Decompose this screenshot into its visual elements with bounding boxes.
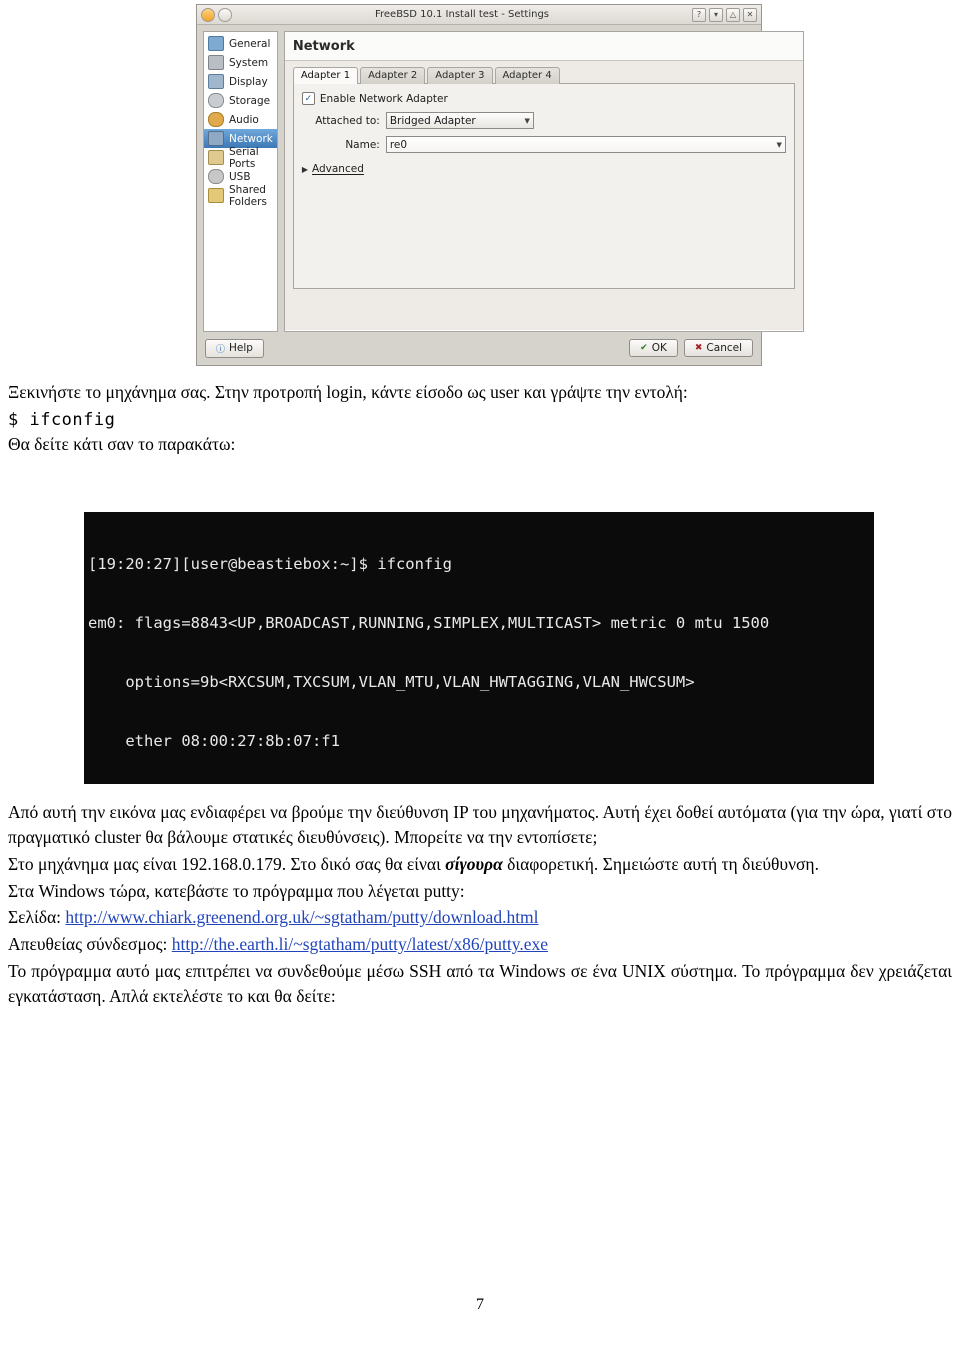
adapter-1-panel: ✓ Enable Network Adapter Attached to: Br…: [292, 83, 795, 289]
cancel-button[interactable]: ✖ Cancel: [683, 339, 753, 357]
settings-category-list[interactable]: General System Display Storage Audio Net…: [203, 31, 278, 332]
settings-detail-pane: Network Adapter 1 Adapter 2 Adapter 3 Ad…: [283, 31, 804, 332]
attached-to-row: Attached to: Bridged Adapter ▼: [302, 112, 786, 129]
window-menu-icon[interactable]: [201, 7, 215, 22]
terminal-line: options=9b<RXCSUM,TXCSUM,VLAN_MTU,VLAN_H…: [88, 672, 695, 691]
audio-icon: [208, 112, 224, 127]
terminal-line: ether 08:00:27:8b:07:f1: [88, 731, 340, 750]
sidebar-item-label: Shared Folders: [229, 183, 267, 208]
sidebar-item-storage[interactable]: Storage: [204, 91, 277, 110]
sidebar-item-audio[interactable]: Audio: [204, 110, 277, 129]
shared-folders-icon: [208, 188, 224, 203]
tab-adapter-3[interactable]: Adapter 3: [427, 67, 493, 84]
sidebar-item-label: System: [229, 56, 269, 69]
chevron-down-icon: ▼: [776, 140, 782, 149]
network-icon: [208, 131, 224, 146]
titlebar-left-buttons: [201, 7, 232, 22]
sidebar-item-shared-folders[interactable]: Shared Folders: [204, 183, 277, 208]
sidebar-item-system[interactable]: System: [204, 53, 277, 72]
sidebar-item-label: Serial Ports: [229, 145, 259, 170]
dialog-footer: ⓘ Help ✔ OK ✖ Cancel: [197, 332, 761, 364]
general-icon: [208, 36, 224, 51]
chevron-down-icon: ▼: [524, 116, 530, 125]
serial-ports-icon: [208, 150, 224, 165]
sidebar-item-display[interactable]: Display: [204, 72, 277, 91]
paragraph-3: Από αυτή την εικόνα μας ενδιαφέρει να βρ…: [8, 802, 952, 847]
document-upper-text: Ξεκινήστε το μηχάνημα σας. Στην προτροπή…: [0, 380, 960, 784]
shell-command: $ ifconfig: [8, 409, 116, 430]
sidebar-item-label: Network: [229, 132, 273, 145]
maximize-icon[interactable]: △: [726, 7, 740, 22]
sidebar-item-label: USB: [229, 170, 251, 183]
help-icon: ⓘ: [216, 344, 226, 355]
document-lower-text: Από αυτή την εικόνα μας ενδιαφέρει να βρ…: [0, 800, 960, 1011]
footer-action-buttons: ✔ OK ✖ Cancel: [629, 339, 753, 357]
close-icon: ✖: [694, 343, 703, 353]
paragraph-2: Θα δείτε κάτι σαν το παρακάτω:: [8, 433, 236, 454]
enable-network-adapter-label: Enable Network Adapter: [319, 92, 448, 105]
sidebar-item-label: Storage: [229, 94, 271, 107]
close-icon[interactable]: ✕: [743, 7, 757, 22]
adapter-name-select[interactable]: re0 ▼: [385, 136, 786, 153]
help-icon[interactable]: ?: [692, 7, 706, 22]
attached-to-value: Bridged Adapter: [389, 114, 476, 127]
sidebar-item-label: Audio: [229, 113, 259, 126]
paragraph-4-emphasis: σίγουρα: [445, 853, 503, 874]
ok-button-label: OK: [651, 342, 667, 354]
sidebar-item-label: Display: [229, 75, 268, 88]
sidebar-item-label: General: [229, 37, 271, 50]
terminal-line: em0: flags=8843<UP,BROADCAST,RUNNING,SIM…: [88, 613, 770, 632]
adapter-name-row: Name: re0 ▼: [302, 136, 786, 153]
storage-icon: [208, 93, 224, 108]
titlebar-right-buttons: ? ▾ △ ✕: [692, 7, 757, 22]
paragraph-4-part-c: διαφορετική. Σημειώστε αυτή τη διεύθυνση…: [502, 853, 819, 874]
window-shade-icon[interactable]: [218, 7, 232, 22]
sidebar-item-general[interactable]: General: [204, 34, 277, 53]
triangle-right-icon: ▶: [301, 164, 308, 174]
sidebar-item-serial-ports[interactable]: Serial Ports: [204, 145, 277, 170]
paragraph-7: Απευθείας σύνδεσμος: http://the.earth.li…: [0, 932, 960, 957]
display-icon: [208, 74, 224, 89]
terminal-line: [19:20:27][user@beastiebox:~]$ ifconfig: [88, 555, 452, 574]
page-link-label: Σελίδα:: [8, 907, 66, 928]
check-icon: ✔: [640, 343, 648, 353]
putty-download-link[interactable]: http://www.chiark.greenend.org.uk/~sgtat…: [65, 907, 538, 927]
checkbox-icon[interactable]: ✓: [301, 92, 315, 105]
paragraph-4: Στο μηχάνημα μας είναι 192.168.0.179. Στ…: [0, 852, 960, 877]
tab-adapter-1[interactable]: Adapter 1: [292, 67, 359, 84]
paragraph-5: Στα Windows τώρα, κατεβάστε το πρόγραμμα…: [8, 880, 465, 901]
tab-adapter-4[interactable]: Adapter 4: [494, 67, 560, 84]
page-title: Network: [284, 32, 803, 61]
system-icon: [208, 55, 224, 70]
paragraph-4-part-a: Στο μηχάνημα μας είναι 192.168.0.179. Στ…: [8, 853, 446, 874]
help-button-label: Help: [229, 342, 253, 354]
putty-direct-link[interactable]: http://the.earth.li/~sgtatham/putty/late…: [172, 934, 548, 954]
advanced-label: Advanced: [312, 163, 364, 175]
window-titlebar: FreeBSD 10.1 Install test - Settings ? ▾…: [197, 5, 761, 25]
terminal-screenshot: [19:20:27][user@beastiebox:~]$ ifconfig …: [84, 512, 874, 784]
virtualbox-settings-window: FreeBSD 10.1 Install test - Settings ? ▾…: [196, 4, 804, 366]
ok-button[interactable]: ✔ OK: [629, 339, 678, 357]
advanced-disclosure[interactable]: ▶ Advanced: [302, 163, 786, 175]
paragraph-1: Ξεκινήστε το μηχάνημα σας. Στην προτροπή…: [8, 382, 688, 402]
help-button[interactable]: ⓘ Help: [205, 338, 264, 358]
window-title: FreeBSD 10.1 Install test - Settings: [374, 9, 550, 20]
paragraph-8: Το πρόγραμμα αυτό μας επιτρέπει να συνδε…: [8, 961, 952, 1006]
network-settings-content: Adapter 1 Adapter 2 Adapter 3 Adapter 4 …: [284, 61, 803, 330]
adapter-name-label: Name:: [345, 138, 380, 151]
paragraph-6: Σελίδα: http://www.chiark.greenend.org.u…: [0, 905, 960, 930]
attached-to-label: Attached to:: [315, 114, 380, 127]
page-number: 7: [476, 1296, 484, 1313]
adapter-tabs[interactable]: Adapter 1 Adapter 2 Adapter 3 Adapter 4: [292, 67, 795, 84]
enable-network-adapter-row[interactable]: ✓ Enable Network Adapter: [301, 92, 786, 105]
adapter-name-value: re0: [389, 138, 408, 151]
window-body: General System Display Storage Audio Net…: [197, 25, 804, 332]
direct-link-label: Απευθείας σύνδεσμος:: [8, 934, 172, 955]
tab-adapter-2[interactable]: Adapter 2: [360, 67, 426, 84]
attached-to-select[interactable]: Bridged Adapter ▼: [385, 112, 534, 129]
usb-icon: [208, 169, 224, 184]
minimize-icon[interactable]: ▾: [709, 7, 723, 22]
cancel-button-label: Cancel: [706, 342, 742, 354]
